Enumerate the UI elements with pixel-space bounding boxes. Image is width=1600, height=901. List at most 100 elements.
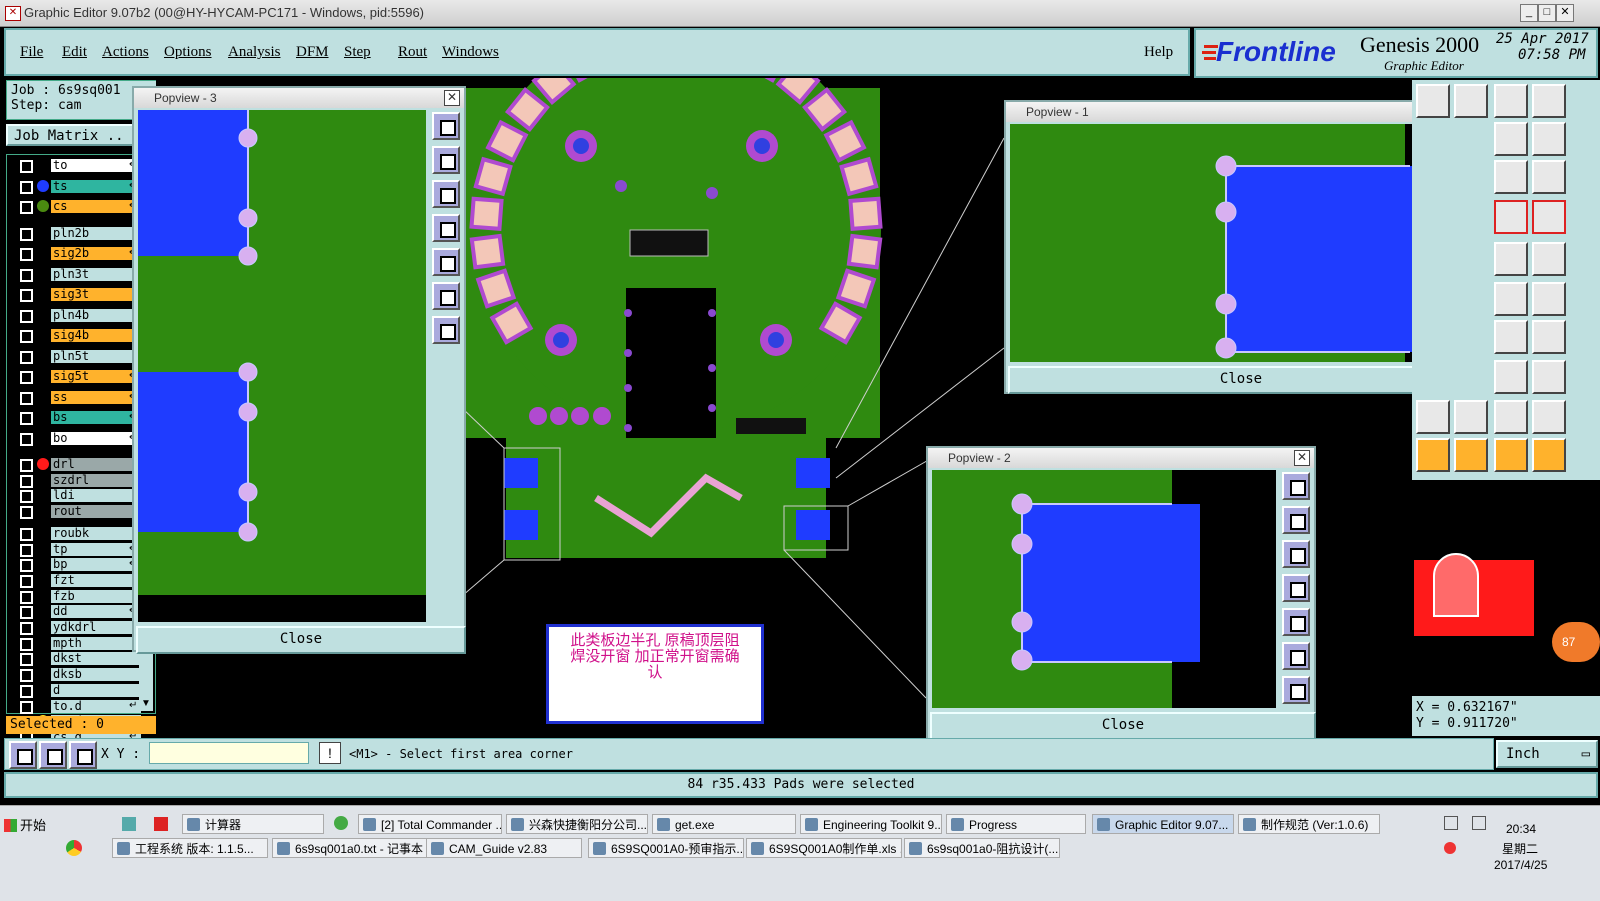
popview-3-zoom-in-icon[interactable] xyxy=(432,282,460,310)
popview-2-close-button[interactable]: Close xyxy=(930,712,1316,740)
layer-checkbox[interactable] xyxy=(20,412,33,425)
tool-grid-icon[interactable] xyxy=(1532,84,1566,118)
layer-checkbox[interactable] xyxy=(20,637,33,651)
layer-row-pln4b[interactable]: pln4b xyxy=(17,308,141,323)
popview-2-close-icon[interactable]: ✕ xyxy=(1294,450,1310,466)
popview-2-pan-down-icon[interactable] xyxy=(1282,540,1310,568)
cmd-grid-icon[interactable] xyxy=(69,741,97,769)
scroll-down-icon[interactable]: ▼ xyxy=(139,697,153,711)
layer-checkbox[interactable] xyxy=(20,653,33,667)
layer-row-rout[interactable]: rout xyxy=(17,505,141,520)
menu-options[interactable]: Options xyxy=(164,44,212,61)
taskbar-button-row1[interactable]: 制作规范 (Ver:1.0.6) xyxy=(1238,814,1380,834)
tool-scale-icon[interactable] xyxy=(1494,160,1528,194)
popview-3-close-icon[interactable]: ✕ xyxy=(444,90,460,106)
layer-checkbox[interactable] xyxy=(20,289,33,302)
taskbar-button-row2[interactable]: 6S9SQ001A0-预审指示.... xyxy=(588,838,744,858)
layer-checkbox[interactable] xyxy=(20,474,33,488)
taskbar-button-row1[interactable]: get.exe xyxy=(652,814,796,834)
tool-home-icon[interactable] xyxy=(1454,84,1488,118)
popview-2-zoom-home-icon[interactable] xyxy=(1282,472,1310,500)
popview-3-pan-right-icon[interactable] xyxy=(432,248,460,276)
tool-select-2-icon[interactable] xyxy=(1454,438,1488,472)
layer-row-fzt[interactable]: fzt xyxy=(17,573,141,588)
layer-checkbox[interactable] xyxy=(20,201,33,214)
cmd-zoom-fit-icon[interactable] xyxy=(9,741,37,769)
layer-row-to[interactable]: to↵ xyxy=(17,159,141,173)
layer-row-ldi[interactable]: ldi xyxy=(17,489,141,504)
popview-2-zoom-out-icon[interactable] xyxy=(1282,676,1310,704)
layer-checkbox[interactable] xyxy=(20,227,33,241)
cmd-zoom-icon[interactable] xyxy=(39,741,67,769)
layer-row-szdrl[interactable]: szdrl xyxy=(17,473,141,488)
cmd-warning-icon[interactable]: ! xyxy=(319,742,341,764)
tool-line-2-icon[interactable] xyxy=(1532,282,1566,316)
layer-checkbox[interactable] xyxy=(20,330,33,343)
start-button[interactable]: 开始 xyxy=(2,814,66,838)
layer-checkbox[interactable] xyxy=(20,371,33,384)
layer-row-ss[interactable]: ss↵ xyxy=(17,390,141,405)
tool-snap-icon[interactable] xyxy=(1416,84,1450,118)
tool-triangle-1-icon[interactable] xyxy=(1416,400,1450,434)
layer-row-ydkdrl[interactable]: ydkdrl xyxy=(17,621,141,635)
tool-select-4-icon[interactable] xyxy=(1532,438,1566,472)
layer-row-d[interactable]: d xyxy=(17,683,141,698)
job-matrix-button[interactable]: Job Matrix .. xyxy=(6,124,136,146)
tool-triangle-2-icon[interactable] xyxy=(1454,400,1488,434)
tool-triangle-4-icon[interactable] xyxy=(1532,400,1566,434)
minimize-button[interactable]: _ xyxy=(1520,4,1538,22)
layer-row-sig3t[interactable]: sig3t xyxy=(17,288,141,302)
layer-checkbox[interactable] xyxy=(20,590,33,604)
tool-resize-icon[interactable] xyxy=(1494,360,1528,394)
quicklaunch-ie-icon[interactable] xyxy=(334,816,348,830)
popview-3-zoom-home-icon[interactable] xyxy=(432,112,460,140)
layer-row-cs[interactable]: cs↵ xyxy=(17,200,141,214)
layer-checkbox[interactable] xyxy=(20,527,33,541)
tray-network-icon[interactable] xyxy=(1472,816,1486,830)
taskbar-button-row1[interactable]: [2] Total Commander ... xyxy=(358,814,502,834)
menu-actions[interactable]: Actions xyxy=(102,44,149,61)
popview-2-pan-left-icon[interactable] xyxy=(1282,574,1310,602)
popview-3-pan-left-icon[interactable] xyxy=(432,214,460,242)
popview-3-pan-up-icon[interactable] xyxy=(432,146,460,174)
tray-sound-icon[interactable] xyxy=(1444,816,1458,830)
taskbar-button-row2[interactable]: 6S9SQ001A0制作单.xls ... xyxy=(746,838,902,858)
layer-row-dkst[interactable]: dkst xyxy=(17,652,141,667)
layer-checkbox[interactable] xyxy=(20,459,33,472)
overview-panel[interactable]: 87 xyxy=(1412,482,1600,694)
layer-checkbox[interactable] xyxy=(20,700,33,714)
layer-row-dksb[interactable]: dksb xyxy=(17,668,141,683)
tool-arc-icon[interactable] xyxy=(1494,320,1528,354)
tray-antivirus-icon[interactable] xyxy=(1444,842,1456,854)
tool-swap-icon[interactable] xyxy=(1532,122,1566,156)
popview-3-canvas[interactable] xyxy=(138,110,426,622)
popview-3-zoom-out-icon[interactable] xyxy=(432,316,460,344)
layer-checkbox[interactable] xyxy=(20,350,33,364)
maximize-button[interactable]: □ xyxy=(1538,4,1556,22)
clock-time[interactable]: 20:34 xyxy=(1506,822,1536,836)
popview-2-zoom-in-icon[interactable] xyxy=(1282,642,1310,670)
units-select[interactable]: Inch ▭ xyxy=(1496,740,1598,768)
tool-flip-icon[interactable] xyxy=(1532,320,1566,354)
layer-checkbox[interactable] xyxy=(20,574,33,588)
quicklaunch-chrome-icon[interactable] xyxy=(66,840,82,856)
menu-edit[interactable]: Edit xyxy=(62,44,87,61)
menu-analysis[interactable]: Analysis xyxy=(228,44,281,61)
menu-windows[interactable]: Windows xyxy=(442,44,499,61)
layer-row-fzb[interactable]: fzb xyxy=(17,589,141,604)
tool-measure-icon[interactable] xyxy=(1494,122,1528,156)
layer-row-dd[interactable]: dd↵ xyxy=(17,605,141,620)
taskbar-button-row1[interactable]: Progress xyxy=(946,814,1086,834)
taskbar-button-row2[interactable]: 6s9sq001a0.txt - 记事本 xyxy=(272,838,428,858)
layer-row-pln5t[interactable]: pln5t xyxy=(17,349,141,364)
layer-checkbox[interactable] xyxy=(20,669,33,683)
taskbar-button-row1[interactable]: 兴森快捷衡阳分公司... xyxy=(506,814,648,834)
layer-checkbox[interactable] xyxy=(20,391,33,405)
layer-row-mpth[interactable]: mpth xyxy=(17,636,141,651)
menu-step[interactable]: Step xyxy=(344,44,371,61)
tool-copy-icon[interactable] xyxy=(1532,360,1566,394)
menu-rout[interactable]: Rout xyxy=(398,44,427,61)
layer-row-ts[interactable]: ts↵ xyxy=(17,179,141,194)
layer-checkbox[interactable] xyxy=(20,490,33,504)
tool-select-3-icon[interactable] xyxy=(1494,438,1528,472)
